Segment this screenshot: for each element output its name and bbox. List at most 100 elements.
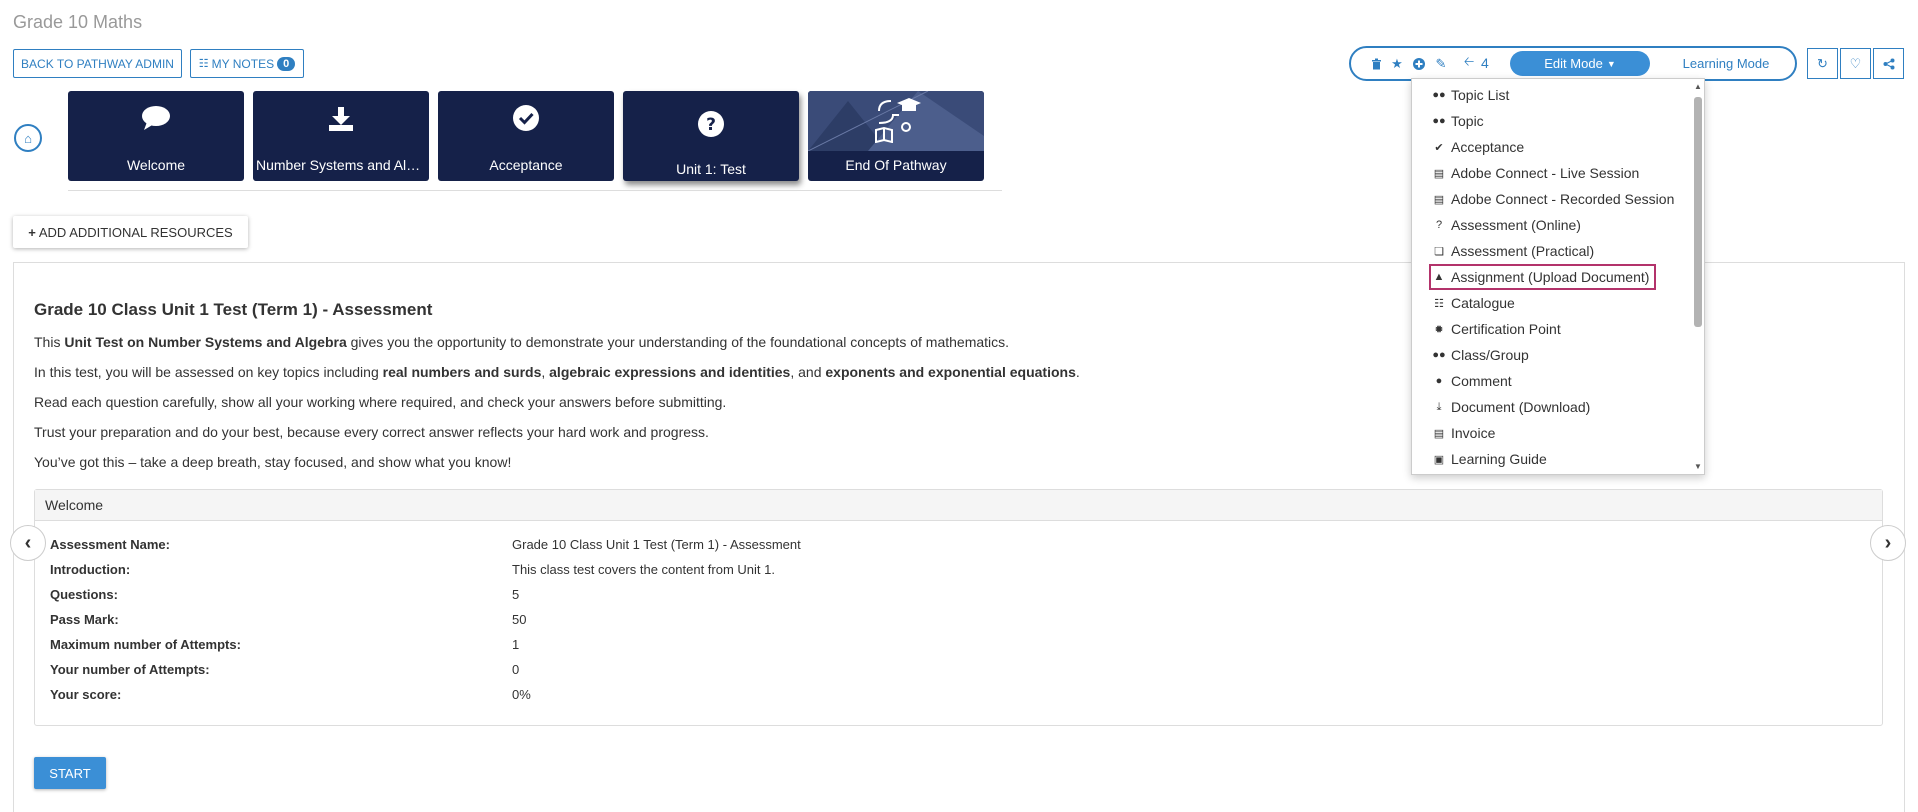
tile-label: Welcome	[126, 157, 186, 173]
tile-end-of-pathway[interactable]: End Of Pathway	[808, 91, 984, 181]
start-button[interactable]: START	[34, 757, 106, 789]
dropdown-item[interactable]: ●● Class/Group	[1432, 345, 1528, 365]
notes-label: MY NOTES	[211, 56, 275, 71]
detail-label: Introduction:	[50, 562, 131, 577]
home-button[interactable]: ⌂	[14, 124, 42, 152]
scroll-up-icon[interactable]: ▲	[1693, 83, 1703, 91]
graduation-path-icon	[808, 97, 984, 146]
scroll-thumb[interactable]	[1694, 97, 1702, 327]
dropdown-item[interactable]: ✔ Acceptance	[1432, 137, 1524, 157]
add-additional-resources-button[interactable]: + ADD ADDITIONAL RESOURCES	[13, 216, 248, 248]
tiles-divider	[68, 190, 1002, 191]
arrow-left-icon[interactable]: 🡠	[1461, 54, 1477, 72]
pencil-icon[interactable]: ✎	[1433, 56, 1449, 72]
tile-label: Number Systems and Algebra	[256, 157, 429, 173]
share-icon	[1883, 58, 1894, 69]
dropdown-item[interactable]: ✹ Certification Point	[1432, 319, 1560, 339]
tile-welcome[interactable]: Welcome	[68, 91, 244, 181]
dropdown-item[interactable]: ☷ Catalogue	[1432, 293, 1515, 313]
edit-mode-label: Edit Mode	[1544, 56, 1603, 71]
dropdown-item[interactable]: ▤ Adobe Connect - Recorded Session	[1432, 189, 1675, 209]
notes-icon: ☷	[198, 58, 209, 70]
tile-label: End Of Pathway	[845, 157, 947, 173]
edit-mode-button[interactable]: Edit Mode ▼	[1510, 51, 1650, 76]
download-icon: ⤓	[1436, 400, 1442, 413]
dropdown-item[interactable]: ▤ Adobe Connect - Live Session	[1432, 163, 1640, 183]
dropdown-item[interactable]: ●● Topic List	[1432, 85, 1509, 105]
my-notes-button[interactable]: ☷ MY NOTES 0	[190, 49, 304, 78]
check-circle-icon: ✔	[1434, 141, 1444, 154]
detail-label: Your number of Attempts:	[50, 662, 210, 677]
dropdown-scrollbar[interactable]: ▲ ▼	[1692, 83, 1702, 471]
download-icon	[253, 105, 429, 136]
assessment-title: Grade 10 Class Unit 1 Test (Term 1) - As…	[34, 300, 433, 319]
book-icon: ▣	[1433, 453, 1445, 466]
detail-value: 0%	[512, 687, 531, 702]
dropdown-item-assignment-upload[interactable]: ▲ Assignment (Upload Document)	[1428, 264, 1657, 290]
tile-acceptance[interactable]: Acceptance	[438, 91, 614, 181]
dropdown-item[interactable]: ❏ Assessment (Practical)	[1432, 241, 1594, 261]
chevron-left-icon: ‹	[24, 531, 32, 554]
toolbar-count: 4	[1481, 55, 1489, 71]
favourite-button[interactable]: ♡	[1840, 48, 1871, 79]
detail-value: 50	[512, 612, 527, 627]
detail-value: Grade 10 Class Unit 1 Test (Term 1) - As…	[512, 537, 801, 552]
tile-label: Acceptance	[489, 157, 563, 173]
tile-unit-1-test[interactable]: ? Unit 1: Test	[623, 91, 799, 181]
file-text-icon: ▤	[1433, 427, 1445, 440]
check-circle-icon	[438, 105, 614, 134]
newspaper-icon: ☷	[1434, 297, 1444, 310]
back-label: BACK TO PATHWAY ADMIN	[21, 56, 174, 71]
dropdown-item[interactable]: ⤓ Document (Download)	[1432, 397, 1591, 417]
svg-text:?: ?	[706, 115, 716, 135]
detail-label: Pass Mark:	[50, 612, 119, 627]
file-icon: ▤	[1433, 193, 1445, 206]
file-icon: ▤	[1433, 167, 1445, 180]
paragraph-5: You’ve got this – take a deep breath, st…	[34, 454, 512, 470]
copy-icon: ❏	[1434, 245, 1444, 258]
dropdown-item[interactable]: ▣ Learning Guide	[1432, 449, 1547, 469]
certificate-icon: ✹	[1434, 323, 1444, 336]
notes-count-badge: 0	[277, 56, 296, 71]
star-icon[interactable]: ★	[1389, 56, 1405, 72]
heart-icon: ♡	[1849, 55, 1862, 71]
dropdown-item[interactable]: ●● Topic	[1432, 111, 1483, 131]
add-resources-label: ADD ADDITIONAL RESOURCES	[38, 224, 233, 240]
upload-icon: ▲	[1433, 271, 1445, 283]
previous-arrow-button[interactable]: ‹	[10, 525, 46, 561]
paragraph-1: This Unit Test on Number Systems and Alg…	[34, 334, 1010, 350]
scroll-down-icon[interactable]: ▼	[1693, 463, 1703, 471]
dropdown-item[interactable]: ▤ Invoice	[1432, 423, 1496, 443]
home-icon: ⌂	[24, 130, 32, 146]
page-title: Grade 10 Maths	[13, 12, 143, 32]
plus-icon: +	[28, 224, 36, 240]
detail-value: This class test covers the content from …	[512, 562, 775, 577]
share-button[interactable]	[1873, 48, 1904, 79]
paragraph-3: Read each question carefully, show all y…	[34, 394, 727, 410]
trash-icon[interactable]	[1368, 56, 1384, 72]
users-icon: ●●	[1432, 115, 1446, 127]
plus-circle-icon[interactable]	[1411, 56, 1427, 72]
tile-number-systems[interactable]: Number Systems and Algebra	[253, 91, 429, 181]
back-to-pathway-admin-button[interactable]: BACK TO PATHWAY ADMIN	[13, 49, 182, 78]
detail-label: Your score:	[50, 687, 122, 702]
refresh-icon: ↻	[1817, 55, 1828, 71]
chevron-right-icon: ›	[1884, 531, 1892, 554]
mode-toolbar: ★ ✎ 🡠 4 Edit Mode ▼ Learning Mode	[1349, 46, 1797, 81]
paragraph-2: In this test, you will be assessed on ke…	[34, 364, 1080, 380]
detail-label: Assessment Name:	[50, 537, 170, 552]
refresh-button[interactable]: ↻	[1807, 48, 1838, 79]
users-icon: ●●	[1432, 89, 1446, 101]
comment-icon	[68, 105, 244, 134]
learning-mode-button[interactable]: Learning Mode	[1661, 51, 1791, 76]
details-heading: Welcome	[35, 490, 1882, 521]
users-icon: ●●	[1432, 349, 1446, 361]
detail-label: Maximum number of Attempts:	[50, 637, 241, 652]
question-circle-icon: ?	[1435, 219, 1443, 231]
tile-label: Unit 1: Test	[676, 161, 746, 177]
dropdown-item[interactable]: ● Comment	[1432, 371, 1512, 391]
dropdown-item[interactable]: ? Assessment (Online)	[1432, 215, 1581, 235]
detail-label: Questions:	[50, 587, 118, 602]
caret-down-icon: ▼	[1606, 58, 1616, 69]
next-arrow-button[interactable]: ›	[1870, 525, 1906, 561]
